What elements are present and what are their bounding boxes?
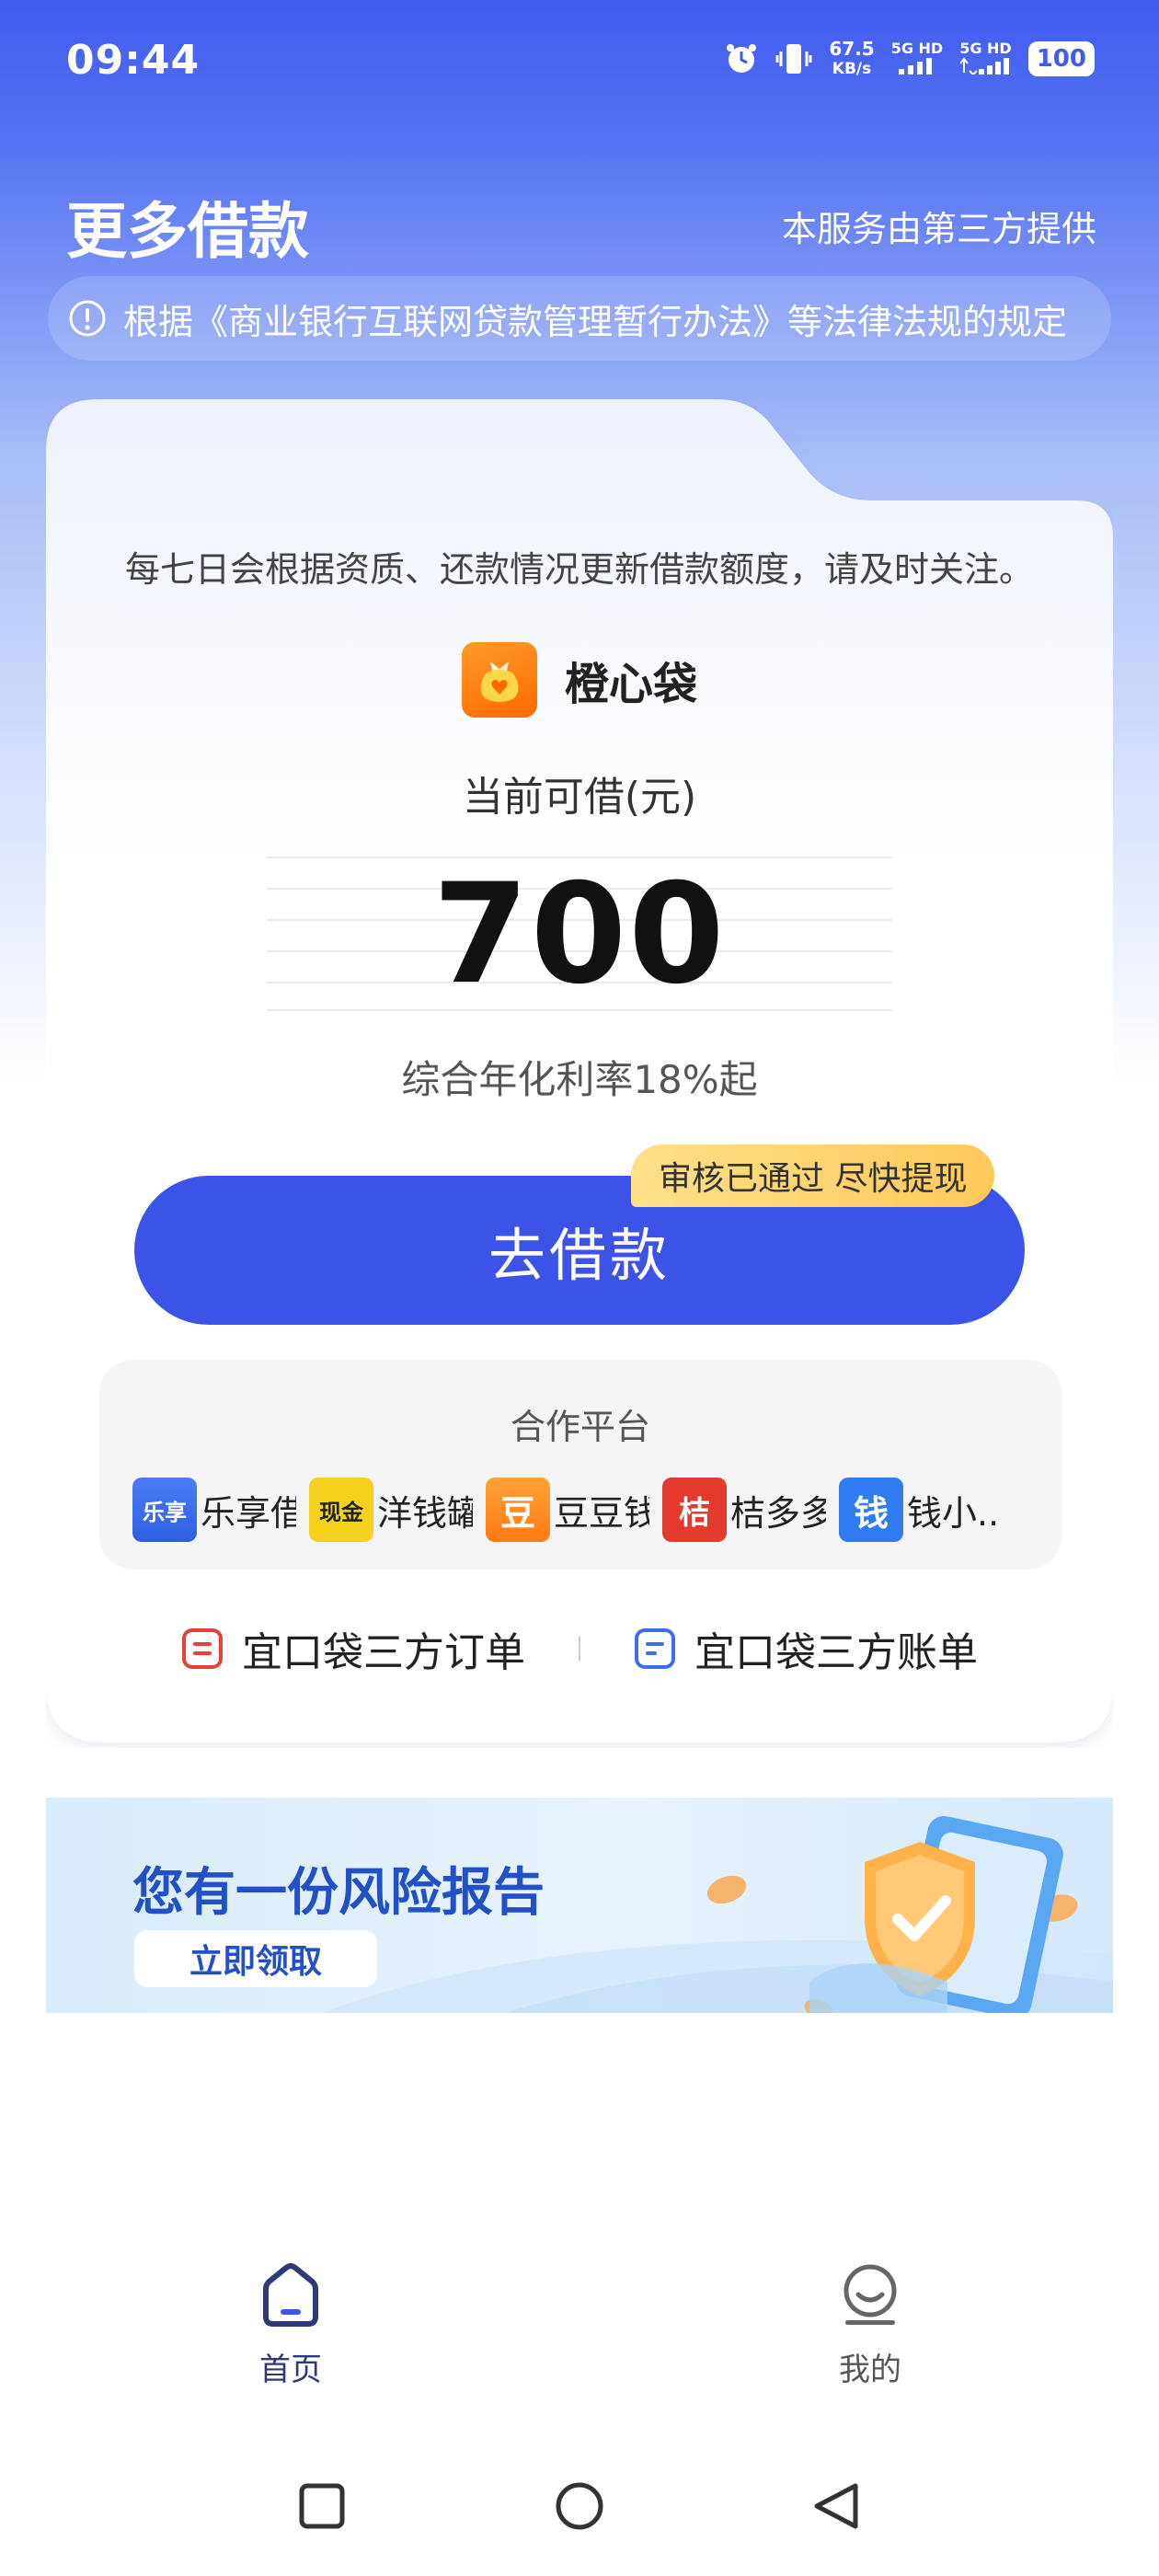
- partner-item[interactable]: 豆 豆豆钱: [486, 1478, 649, 1542]
- banner-title: 您有一份风险报告: [132, 1863, 545, 1923]
- available-amount: 700: [432, 855, 727, 1015]
- claim-report-button[interactable]: 立即领取: [134, 1930, 377, 1987]
- available-amount-label: 当前可借(元): [462, 774, 697, 821]
- signal-bars-icon: [898, 57, 932, 75]
- signal-strength-1: 5G HD: [890, 39, 944, 77]
- tab-mine[interactable]: 我的: [778, 2263, 962, 2389]
- tab-home-label: 首页: [259, 2352, 322, 2388]
- third-party-orders-link[interactable]: 宜口袋三方订单: [181, 1619, 525, 1678]
- shield-phone-icon: [706, 1815, 1078, 2013]
- recent-apps-icon[interactable]: [299, 2483, 345, 2529]
- links-divider: [579, 1637, 580, 1661]
- lender-brand: 橙心袋: [46, 642, 1113, 718]
- home-icon: [263, 2263, 318, 2327]
- bill-icon: [635, 1628, 675, 1669]
- vibrate-icon: [775, 40, 812, 77]
- provider-note: 本服务由第三方提供: [781, 209, 1096, 249]
- partner-name: 钱小...: [907, 1492, 1003, 1534]
- info-icon: [69, 300, 106, 337]
- partner-item[interactable]: 桔 桔多多: [662, 1478, 826, 1542]
- interest-rate: 综合年化利率18%起: [401, 1057, 758, 1102]
- back-icon[interactable]: [814, 2483, 858, 2529]
- partner-item[interactable]: 钱 钱小...: [839, 1478, 1003, 1542]
- approval-badge: 审核已通过 尽快提现: [631, 1144, 995, 1207]
- partner-name: 豆豆钱: [554, 1492, 649, 1534]
- network-speed: 67.5 KB/s: [829, 39, 874, 79]
- amount-display: 700: [267, 856, 892, 1012]
- partner-name: 乐享借: [201, 1492, 296, 1534]
- signal-strength-2: 5G HD: [959, 39, 1012, 77]
- partner-item[interactable]: 现金 洋钱罐: [309, 1478, 473, 1542]
- status-bar: 09:44 67.5 KB/s 5G HD 5G HD 100: [0, 0, 1159, 120]
- lexiangjie-logo-icon: 乐享: [132, 1478, 197, 1542]
- profile-icon: [843, 2264, 897, 2325]
- order-links: 宜口袋三方订单 宜口袋三方账单: [46, 1619, 1113, 1678]
- network-speed-unit: KB/s: [832, 60, 872, 78]
- notice-text: 根据《商业银行互联网贷款管理暂行办法》等法律法规的规定: [123, 301, 1068, 342]
- partner-name: 洋钱罐: [377, 1492, 473, 1534]
- third-party-bills-label: 宜口袋三方账单: [694, 1629, 978, 1676]
- bottom-tab-bar: 首页 我的: [0, 2263, 1159, 2410]
- status-time: 09:44: [66, 37, 201, 84]
- page-title: 更多借款: [66, 196, 309, 267]
- juduoduo-logo-icon: 桔: [662, 1478, 727, 1542]
- tab-home[interactable]: 首页: [199, 2263, 383, 2389]
- partner-platforms: 合作平台 乐享 乐享借 现金 洋钱罐 豆 豆豆钱 桔 桔多多 钱 钱小...: [99, 1360, 1061, 1570]
- signal-1-label: 5G HD: [890, 39, 944, 57]
- risk-report-banner[interactable]: 您有一份风险报告 立即领取: [46, 1798, 1113, 2013]
- status-icons: 67.5 KB/s 5G HD 5G HD 100: [724, 39, 1095, 79]
- loan-card: 每七日会根据资质、还款情况更新借款额度，请及时关注。 橙心袋 当前可借(元) 7…: [46, 396, 1113, 1748]
- tab-mine-label: 我的: [839, 2352, 901, 2388]
- doudouqian-logo-icon: 豆: [486, 1478, 550, 1542]
- alarm-icon: [724, 41, 759, 76]
- lender-logo-icon: [461, 642, 537, 718]
- notice-banner[interactable]: 根据《商业银行互联网贷款管理暂行办法》等法律法规的规定: [48, 276, 1111, 361]
- order-icon: [182, 1628, 223, 1669]
- partner-item[interactable]: 乐享 乐享借: [132, 1478, 296, 1542]
- signal-2-label: 5G HD: [959, 39, 1012, 57]
- signal-bars-data-icon: [959, 56, 1010, 75]
- system-nav-bar: [0, 2475, 1159, 2539]
- partner-list: 乐享 乐享借 现金 洋钱罐 豆 豆豆钱 桔 桔多多 钱 钱小...: [132, 1478, 1003, 1542]
- borrow-button-label: 去借款: [488, 1222, 671, 1289]
- third-party-orders-label: 宜口袋三方订单: [242, 1629, 525, 1676]
- lender-name: 橙心袋: [564, 659, 697, 710]
- home-nav-icon[interactable]: [556, 2482, 603, 2530]
- quota-update-info: 每七日会根据资质、还款情况更新借款额度，请及时关注。: [124, 549, 1034, 590]
- partner-title: 合作平台: [510, 1407, 650, 1447]
- partner-name: 桔多多: [730, 1492, 826, 1534]
- yangqianguan-logo-icon: 现金: [309, 1478, 373, 1542]
- third-party-bills-link[interactable]: 宜口袋三方账单: [634, 1619, 978, 1678]
- network-speed-value: 67.5: [829, 38, 875, 60]
- battery-indicator: 100: [1027, 41, 1095, 76]
- qianxiao-logo-icon: 钱: [839, 1478, 903, 1542]
